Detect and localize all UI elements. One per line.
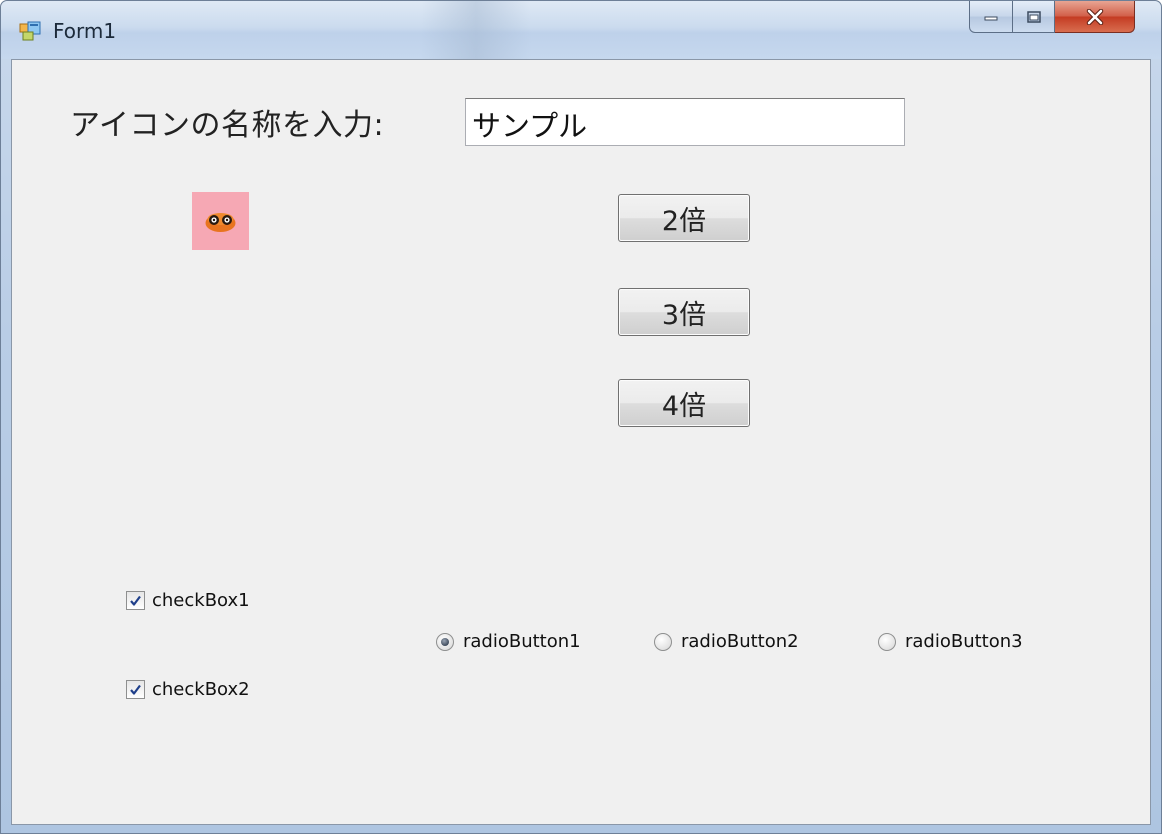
- radio-button-3[interactable]: radioButton3: [878, 631, 1023, 652]
- radio-button-1[interactable]: radioButton1: [436, 631, 581, 652]
- minimize-icon: [984, 16, 998, 20]
- form-client-area: アイコンの名称を入力: 2倍 3倍 4倍 checkBox1: [11, 59, 1151, 825]
- radio-button-2-circle[interactable]: [654, 632, 672, 651]
- icon-name-label: アイコンの名称を入力:: [70, 108, 385, 143]
- title-bar-sheen: [421, 1, 531, 59]
- radio-button-2-label: radioButton2: [681, 631, 799, 652]
- radio-button-1-label: radioButton1: [463, 631, 581, 652]
- close-button[interactable]: [1055, 1, 1135, 33]
- scale-2x-button[interactable]: 2倍: [618, 194, 750, 242]
- radio-button-3-circle[interactable]: [878, 632, 896, 651]
- scale-4x-button[interactable]: 4倍: [618, 379, 750, 427]
- close-icon: [1086, 8, 1103, 25]
- picture-box: [192, 192, 249, 250]
- radio-button-3-label: radioButton3: [905, 631, 1023, 652]
- title-bar[interactable]: Form1: [1, 1, 1161, 59]
- radio-button-2[interactable]: radioButton2: [654, 631, 799, 652]
- app-window: Form1 アイコンの名称を入力: サンプル 2倍 3倍 4倍 checkBox…: [0, 0, 1162, 834]
- checkbox-2-label: checkBox2: [152, 679, 250, 700]
- checkbox-1-label: checkBox1: [152, 590, 250, 611]
- window-controls: [969, 1, 1135, 35]
- owl-eyes-icon: [205, 213, 236, 232]
- window-title: Form1: [53, 19, 117, 43]
- radio-selected-dot: [441, 637, 449, 646]
- checkmark-icon: [130, 595, 141, 606]
- icon-name-input[interactable]: [465, 98, 905, 146]
- checkmark-icon: [130, 684, 141, 695]
- scale-3x-button[interactable]: 3倍: [618, 288, 750, 336]
- radio-button-1-circle[interactable]: [436, 632, 454, 651]
- checkbox-1[interactable]: checkBox1: [126, 590, 250, 611]
- maximize-button[interactable]: [1013, 1, 1055, 33]
- checkbox-2-box[interactable]: [126, 680, 145, 699]
- maximize-icon: [1026, 10, 1041, 23]
- checkbox-2[interactable]: checkBox2: [126, 679, 250, 700]
- checkbox-1-box[interactable]: [126, 591, 145, 610]
- minimize-button[interactable]: [969, 1, 1013, 33]
- app-icon: [19, 21, 41, 41]
